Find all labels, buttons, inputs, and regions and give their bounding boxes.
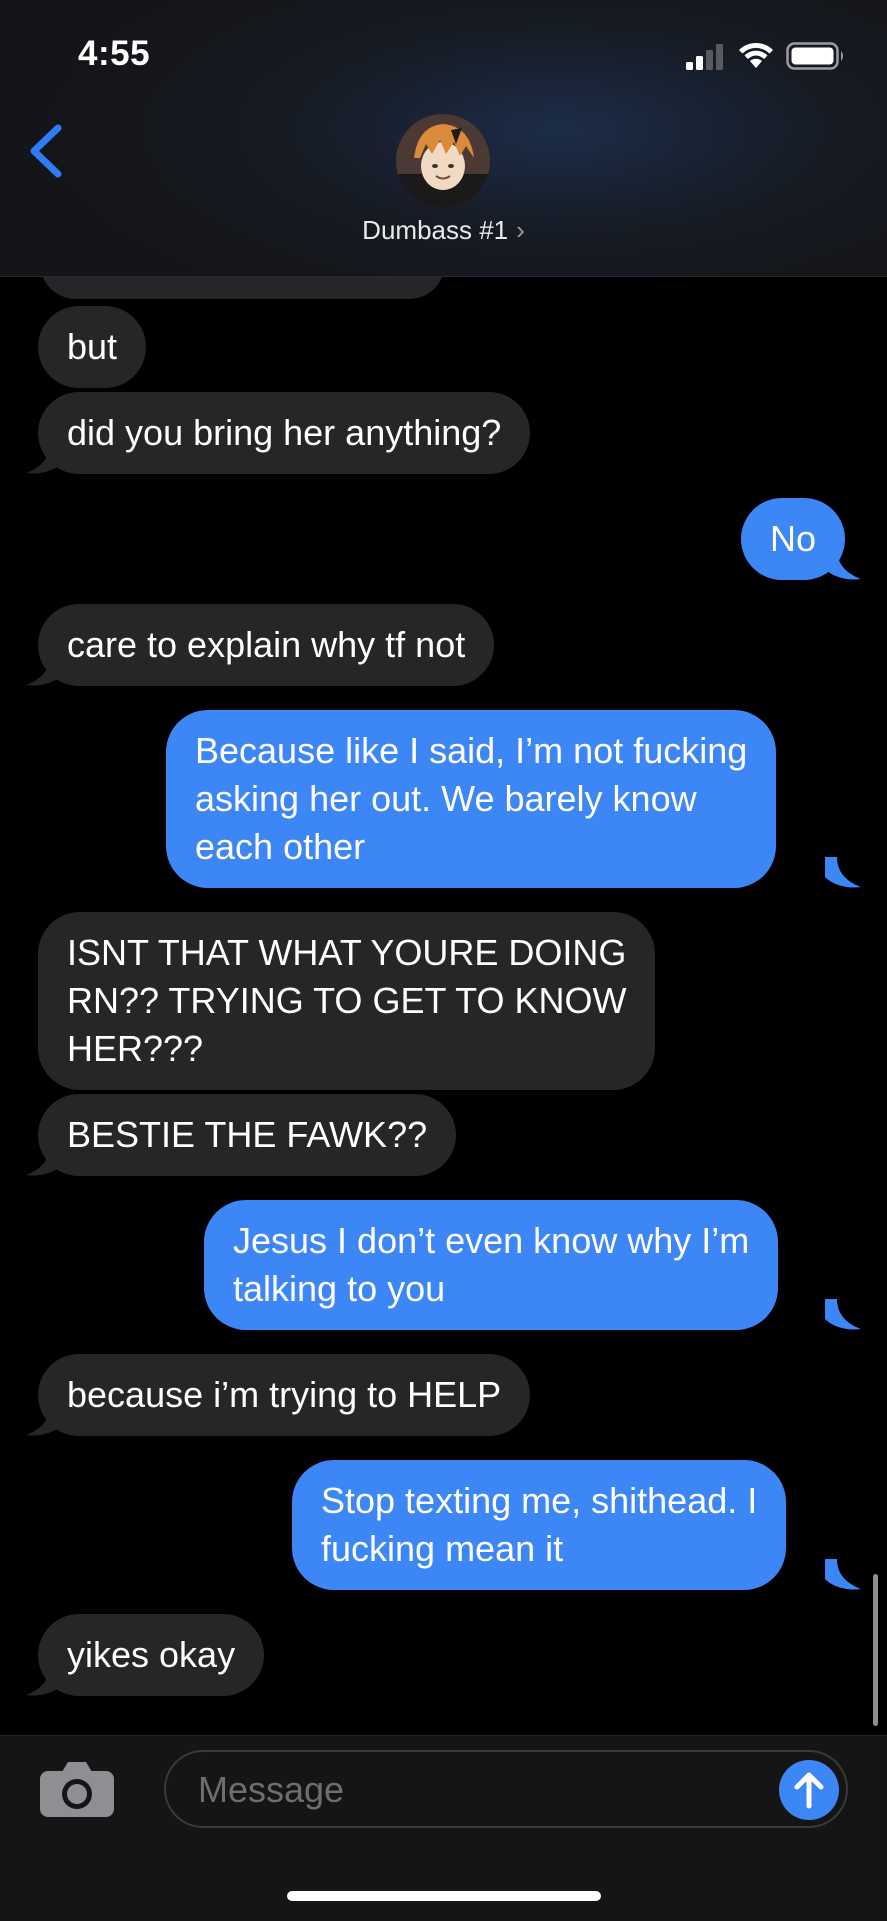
chevron-right-icon: ›	[516, 215, 525, 245]
wifi-icon	[739, 42, 773, 68]
received-message[interactable]: care to explain why tf not	[38, 604, 495, 686]
received-message[interactable]: yikes okay	[38, 1614, 265, 1696]
message-input-container[interactable]	[164, 1750, 848, 1828]
message-text: No	[770, 518, 817, 559]
message-composer	[0, 1735, 887, 1921]
avatar-image	[396, 114, 490, 208]
contact-name-button[interactable]: Dumbass #1 ›	[0, 215, 887, 246]
received-message[interactable]: because i’m trying to HELP	[38, 1354, 531, 1436]
bubble-tail	[825, 1299, 861, 1330]
bubble-tail	[26, 1145, 62, 1176]
sent-message[interactable]: Because like I said, I’m not fucking ask…	[166, 710, 777, 888]
status-time: 4:55	[78, 34, 151, 73]
back-chevron-icon[interactable]	[22, 122, 68, 180]
sent-message[interactable]: Stop texting me, shithead. I fucking mea…	[292, 1460, 787, 1590]
message-line: RN?? TRYING TO GET TO KNOW	[67, 980, 627, 1021]
bubble-tail	[26, 1405, 62, 1436]
message-line: each other	[195, 826, 366, 867]
received-message[interactable]: but	[38, 306, 147, 388]
message-line: asking her out. We barely know	[195, 778, 697, 819]
contact-name: Dumbass #1	[362, 215, 509, 245]
message-text: care to explain why tf not	[67, 624, 466, 665]
message-line: HER???	[67, 1028, 204, 1069]
bubble-tail	[26, 655, 62, 686]
message-line: Because like I said, I’m not fucking	[195, 730, 748, 771]
received-message[interactable]: ISNT THAT WHAT YOURE DOING RN?? TRYING T…	[38, 912, 656, 1090]
message-line: Jesus I don’t even know why I’m	[233, 1220, 750, 1261]
message-input[interactable]	[196, 1752, 740, 1828]
home-indicator[interactable]	[287, 1891, 601, 1901]
message-text: because i’m trying to HELP	[67, 1374, 502, 1415]
camera-icon[interactable]	[38, 1759, 116, 1819]
sent-message[interactable]: Jesus I don’t even know why I’m talking …	[204, 1200, 779, 1330]
cellular-signal-icon	[686, 44, 723, 70]
battery-icon	[786, 42, 843, 70]
bubble-tail	[26, 443, 62, 474]
message-text: yikes okay	[67, 1634, 236, 1675]
received-message[interactable]: did you bring her anything?	[38, 392, 531, 474]
message-line: ISNT THAT WHAT YOURE DOING	[67, 932, 627, 973]
bubble-tail	[825, 857, 861, 888]
scroll-indicator[interactable]	[873, 1574, 878, 1726]
arrow-up-icon	[794, 1772, 824, 1809]
message-text: did you bring her anything?	[67, 412, 502, 453]
message-text: BESTIE THE FAWK??	[67, 1114, 428, 1155]
conversation-header: 4:55 Dumbass #1 ›	[0, 0, 887, 277]
message-line: Stop texting me, shithead. I	[321, 1480, 758, 1521]
contact-avatar[interactable]	[396, 114, 490, 208]
message-line: fucking mean it	[321, 1528, 564, 1569]
message-text: but	[67, 326, 118, 367]
message-line: talking to you	[233, 1268, 446, 1309]
bubble-tail	[825, 1559, 861, 1590]
bubble-tail	[825, 549, 861, 580]
bubble-tail	[26, 1665, 62, 1696]
send-button[interactable]	[779, 1760, 839, 1820]
received-message[interactable]: BESTIE THE FAWK??	[38, 1094, 457, 1176]
